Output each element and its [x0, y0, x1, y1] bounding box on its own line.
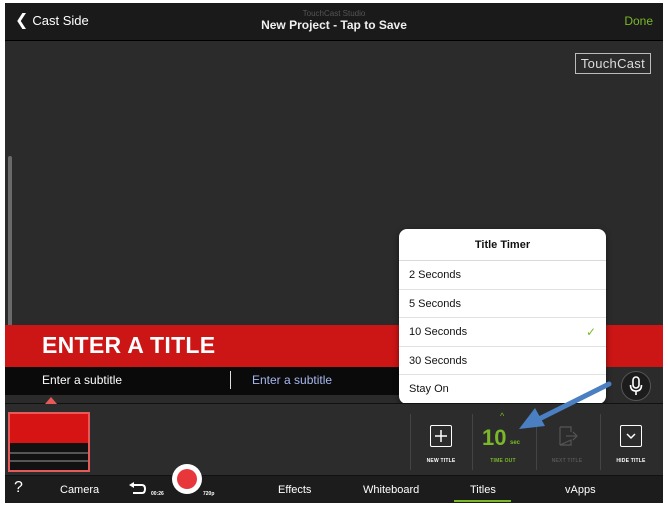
- checkmark-icon: ✓: [585, 325, 596, 340]
- studio-label: TouchCast Studio: [302, 9, 366, 18]
- toolbar-divider: [472, 414, 473, 470]
- record-dot-icon: [177, 469, 197, 489]
- thumbnail-line: [10, 460, 88, 462]
- done-button[interactable]: Done: [624, 14, 653, 28]
- subtitle-field-1[interactable]: Enter a subtitle: [42, 373, 122, 387]
- microphone-button[interactable]: [621, 371, 651, 401]
- caret-up-icon: ^: [500, 411, 505, 421]
- timer-option-5-seconds[interactable]: 5 Seconds: [399, 290, 606, 319]
- next-title-label: NEXT TITLE: [551, 458, 583, 464]
- tab-whiteboard[interactable]: Whiteboard: [363, 484, 419, 496]
- option-label: 10 Seconds: [409, 326, 468, 339]
- recording-time: 00:26: [151, 491, 164, 497]
- help-button[interactable]: ?: [14, 479, 23, 497]
- timer-option-30-seconds[interactable]: 30 Seconds: [399, 347, 606, 376]
- title-text[interactable]: ENTER A TITLE: [42, 332, 215, 359]
- option-label: 5 Seconds: [409, 297, 461, 310]
- thumbnail-red-band: [10, 414, 88, 443]
- bottom-tab-bar: ? Camera 00:26 720p Effects Whiteboard T…: [5, 464, 663, 503]
- plus-icon: [430, 425, 452, 447]
- new-title-button[interactable]: NEW TITLE: [412, 414, 470, 470]
- toolbar-divider: [410, 414, 411, 470]
- active-tab-indicator: [454, 500, 511, 502]
- vertical-scrollbar[interactable]: [8, 156, 12, 351]
- subtitle-field-2[interactable]: Enter a subtitle: [252, 373, 332, 387]
- tab-effects[interactable]: Effects: [278, 484, 311, 496]
- hide-title-label: HIDE TITLE: [616, 458, 646, 464]
- top-bar: ❮ Cast Side TouchCast Studio New Project…: [5, 3, 663, 41]
- thumbnail-pointer: [45, 397, 57, 404]
- option-label: Stay On: [409, 383, 449, 396]
- resolution-label: 720p: [203, 491, 215, 497]
- annotation-arrow: [519, 381, 612, 429]
- project-title[interactable]: New Project - Tap to Save: [5, 18, 663, 32]
- timeout-unit: sec: [510, 440, 521, 446]
- thumbnail-line: [10, 452, 88, 454]
- timer-option-10-seconds[interactable]: 10 Seconds ✓: [399, 318, 606, 347]
- tab-vapps[interactable]: vApps: [565, 484, 596, 496]
- app-window: ❮ Cast Side TouchCast Studio New Project…: [5, 3, 663, 503]
- option-label: 30 Seconds: [409, 354, 468, 367]
- timer-option-2-seconds[interactable]: 2 Seconds: [399, 261, 606, 290]
- title-template-thumbnail[interactable]: [8, 412, 90, 472]
- tab-camera[interactable]: Camera: [60, 484, 99, 496]
- popup-title: Title Timer: [399, 229, 606, 261]
- new-title-label: NEW TITLE: [426, 458, 456, 464]
- undo-icon[interactable]: [129, 482, 147, 496]
- subtitle-divider: [230, 371, 231, 389]
- microphone-icon: [629, 376, 643, 395]
- timeout-value: 10: [482, 425, 507, 450]
- option-label: 2 Seconds: [409, 269, 461, 281]
- record-button[interactable]: [172, 464, 202, 494]
- time-out-label: TIME OUT: [490, 458, 516, 464]
- touchcast-watermark: TouchCast: [574, 53, 651, 74]
- tab-titles[interactable]: Titles: [470, 484, 496, 496]
- chevron-down-icon: [620, 425, 642, 447]
